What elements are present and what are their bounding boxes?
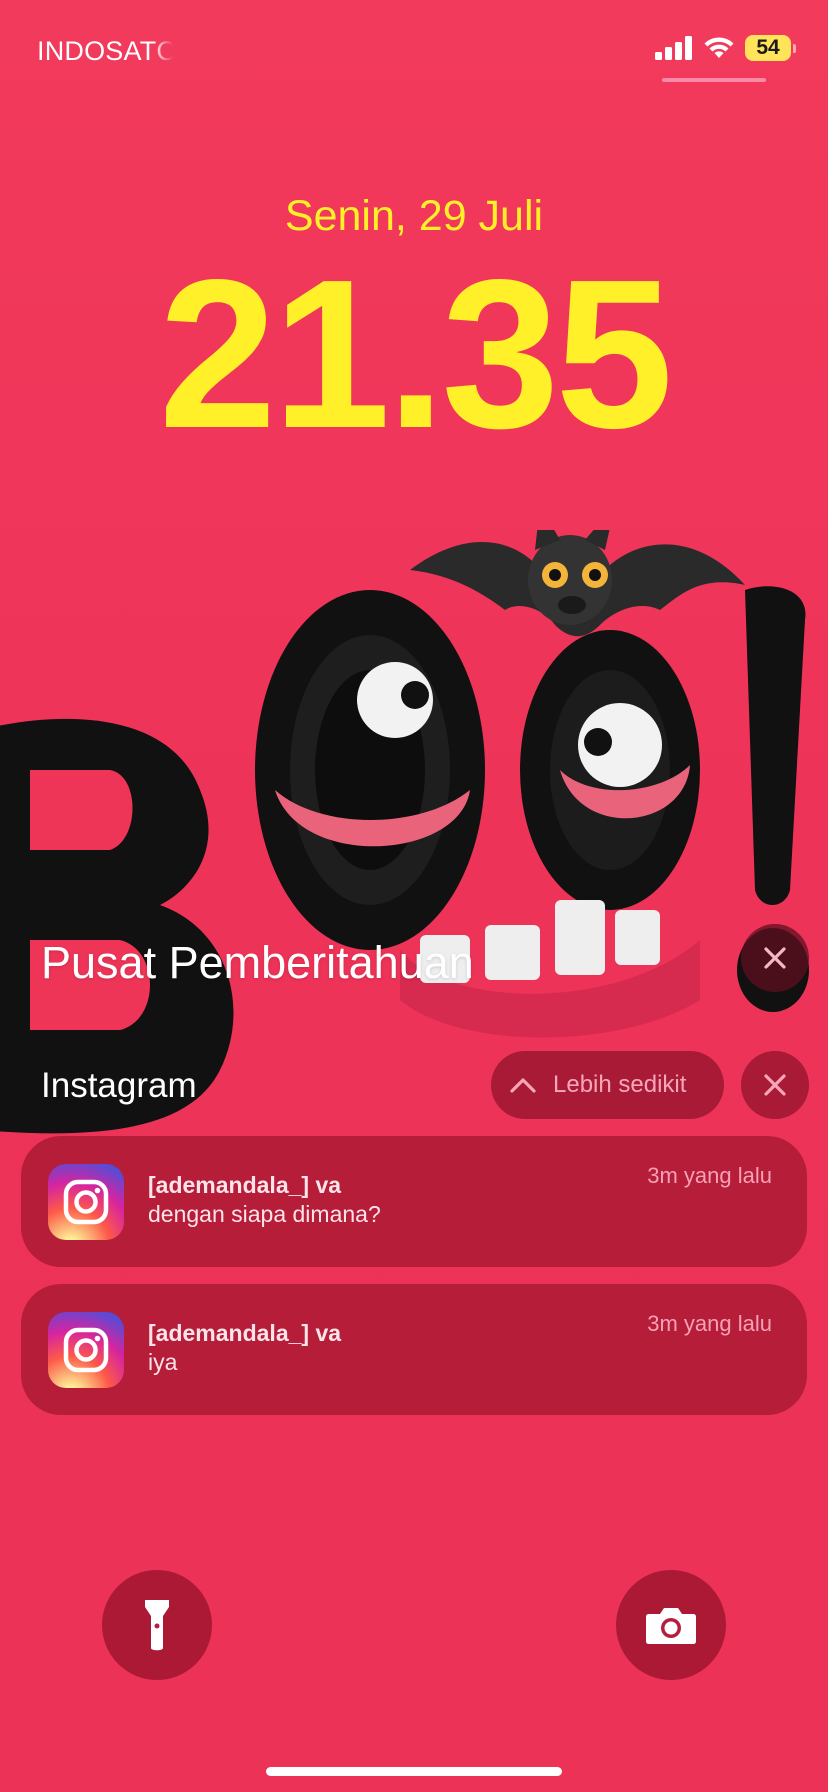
lock-time: 21.35 (158, 235, 674, 472)
show-less-button[interactable]: Lebih sedikit (491, 1051, 724, 1119)
camera-icon (646, 1608, 696, 1644)
close-icon (764, 947, 786, 969)
notification-group-title: Instagram (41, 1066, 197, 1105)
chevron-up-icon (510, 1078, 536, 1093)
wifi-icon (704, 37, 734, 58)
flashlight-button[interactable] (102, 1570, 212, 1680)
clear-all-button[interactable] (741, 924, 809, 992)
notification-sender: [ademandala_] va (148, 1320, 342, 1346)
status-indicator-bar (662, 78, 766, 82)
lock-date: Senin, 29 Juli (284, 192, 544, 240)
instagram-icon (48, 1164, 124, 1240)
camera-button[interactable] (616, 1570, 726, 1680)
show-less-label: Lebih sedikit (553, 1071, 687, 1098)
notification-sender: [ademandala_] va (148, 1172, 342, 1198)
battery-tip (793, 43, 796, 53)
instagram-icon (48, 1312, 124, 1388)
clear-group-button[interactable] (741, 1051, 809, 1119)
notification-card[interactable]: [ademandala_] va iya 3m yang lalu (21, 1284, 807, 1415)
notification-time: 3m yang lalu (647, 1163, 772, 1188)
signal-icon (655, 36, 692, 60)
lock-screen: INDOSATC 54 Senin, 29 Juli 21.35 Pusat P… (0, 0, 828, 1792)
carrier-name: INDOSATC (37, 36, 173, 66)
flashlight-icon (145, 1600, 169, 1651)
notification-message: iya (148, 1349, 178, 1375)
battery-icon: 54 (745, 35, 796, 61)
notification-center-title: Pusat Pemberitahuan (41, 937, 474, 988)
battery-level: 54 (745, 35, 791, 61)
close-icon (764, 1074, 786, 1096)
status-icons: 54 (655, 35, 796, 61)
home-indicator[interactable] (266, 1767, 562, 1776)
notification-message: dengan siapa dimana? (148, 1201, 381, 1227)
notification-time: 3m yang lalu (647, 1311, 772, 1336)
notification-card[interactable]: [ademandala_] va dengan siapa dimana? 3m… (21, 1136, 807, 1267)
